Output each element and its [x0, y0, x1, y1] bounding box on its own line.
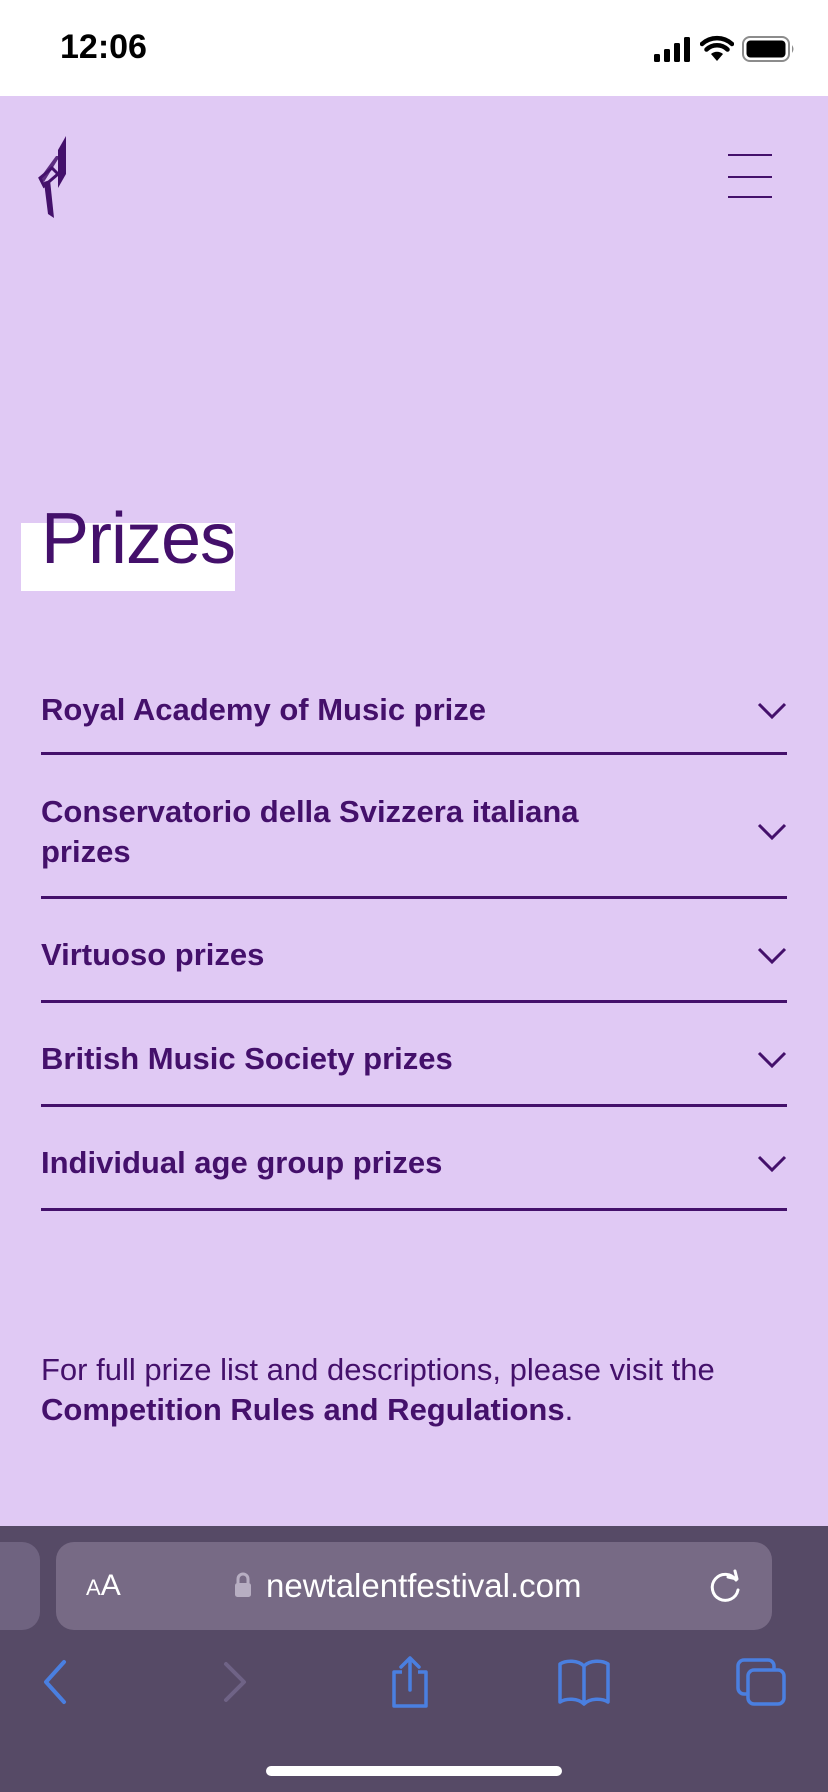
accordion-item-british-music-society[interactable]: British Music Society prizes: [41, 1003, 787, 1107]
reload-icon[interactable]: [708, 1568, 744, 1604]
menu-line-icon: [728, 154, 772, 156]
accordion-item-label: Royal Academy of Music prize: [41, 692, 487, 727]
accordion-item-age-group[interactable]: Individual age group prizes: [41, 1107, 787, 1211]
accordion-item-label: Individual age group prizes: [41, 1145, 443, 1180]
share-icon[interactable]: [382, 1656, 438, 1708]
tabs-icon[interactable]: [734, 1656, 790, 1708]
text-size-button[interactable]: AA: [86, 1568, 121, 1604]
note-period: .: [564, 1392, 574, 1427]
status-bar: 12:06: [0, 0, 828, 96]
url-text: newtalentfestival.com: [266, 1567, 582, 1604]
festival-logo[interactable]: [36, 134, 76, 218]
menu-line-icon: [728, 196, 772, 198]
accordion-item-label: British Music Society prizes: [41, 1041, 453, 1076]
back-icon[interactable]: [30, 1656, 86, 1708]
forward-icon[interactable]: [208, 1656, 264, 1708]
prize-list-note: For full prize list and descriptions, pl…: [41, 1350, 781, 1430]
prizes-accordion: Royal Academy of Music prize Conservator…: [41, 660, 787, 1211]
home-indicator: [266, 1766, 562, 1776]
chevron-down-icon: [757, 947, 787, 965]
accordion-item-label: Conservatorio della Svizzera italiana pr…: [41, 794, 579, 869]
chevron-down-icon: [757, 1155, 787, 1173]
hamburger-menu-button[interactable]: [728, 154, 772, 200]
note-text: For full prize list and descriptions, pl…: [41, 1352, 715, 1387]
bookmarks-icon[interactable]: [556, 1656, 612, 1708]
status-time: 12:06: [60, 28, 147, 66]
accordion-item-conservatorio[interactable]: Conservatorio della Svizzera italiana pr…: [41, 755, 787, 899]
menu-line-icon: [728, 176, 772, 178]
accordion-item-label: Virtuoso prizes: [41, 937, 265, 972]
cellular-signal-icon: [654, 37, 690, 62]
address-bar[interactable]: AA newtalentfestival.com: [56, 1542, 772, 1630]
chevron-down-icon: [757, 702, 787, 720]
lock-icon: [235, 1572, 251, 1597]
chevron-down-icon: [757, 1051, 787, 1069]
rules-regulations-link[interactable]: Competition Rules and Regulations: [41, 1392, 565, 1427]
accordion-item-royal-academy[interactable]: Royal Academy of Music prize: [41, 660, 787, 755]
wifi-icon: [700, 35, 734, 61]
battery-icon: [742, 36, 794, 62]
chevron-down-icon: [757, 823, 787, 841]
browser-chrome: AA newtalentfestival.com: [0, 1526, 828, 1792]
accordion-item-virtuoso[interactable]: Virtuoso prizes: [41, 899, 787, 1003]
page-title: Prizes: [41, 499, 236, 579]
previous-tab-peek[interactable]: [0, 1542, 40, 1630]
